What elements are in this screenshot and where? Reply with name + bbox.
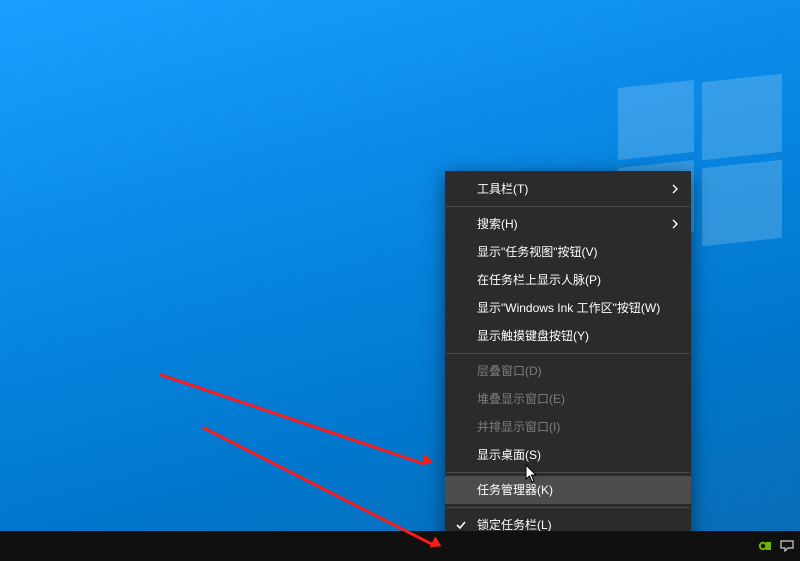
menu-separator: [446, 206, 690, 207]
taskbar-context-menu: 工具栏(T) 搜索(H) 显示"任务视图"按钮(V) 在任务栏上显示人脉(P) 显示"W…: [445, 171, 691, 561]
annotation-arrow-head: [421, 454, 434, 469]
menu-item: 堆叠显示窗口(E): [445, 385, 691, 413]
menu-item[interactable]: 显示"任务视图"按钮(V): [445, 238, 691, 266]
menu-item[interactable]: 工具栏(T): [445, 175, 691, 203]
system-tray: [758, 531, 794, 561]
menu-item-label: 工具栏(T): [477, 182, 528, 196]
cursor-pointer: [525, 464, 539, 484]
menu-item[interactable]: 显示"Windows Ink 工作区"按钮(W): [445, 294, 691, 322]
menu-item-label: 层叠窗口(D): [477, 364, 542, 378]
menu-item-label: 显示触摸键盘按钮(Y): [477, 329, 589, 343]
action-center-icon[interactable]: [780, 539, 794, 553]
menu-separator: [446, 472, 690, 473]
menu-item-label: 显示桌面(S): [477, 448, 541, 462]
menu-item-label: 任务管理器(K): [477, 483, 553, 497]
menu-item-label: 显示"任务视图"按钮(V): [477, 245, 598, 259]
nvidia-tray-icon[interactable]: [758, 539, 772, 553]
menu-item-label: 在任务栏上显示人脉(P): [477, 273, 601, 287]
menu-item[interactable]: 在任务栏上显示人脉(P): [445, 266, 691, 294]
menu-separator: [446, 507, 690, 508]
desktop[interactable]: 工具栏(T) 搜索(H) 显示"任务视图"按钮(V) 在任务栏上显示人脉(P) 显示"W…: [0, 0, 800, 561]
chevron-right-icon: [671, 210, 679, 238]
menu-item[interactable]: 搜索(H): [445, 210, 691, 238]
chevron-right-icon: [671, 175, 679, 203]
menu-item-label: 并排显示窗口(I): [477, 420, 560, 434]
annotation-arrow: [202, 426, 435, 547]
menu-item-label: 显示"Windows Ink 工作区"按钮(W): [477, 301, 660, 315]
menu-item-label: 堆叠显示窗口(E): [477, 392, 565, 406]
taskbar[interactable]: [0, 531, 800, 561]
menu-item[interactable]: 显示触摸键盘按钮(Y): [445, 322, 691, 350]
menu-item: 并排显示窗口(I): [445, 413, 691, 441]
menu-separator: [446, 353, 690, 354]
menu-item[interactable]: 显示桌面(S): [445, 441, 691, 469]
annotation-arrow: [160, 373, 424, 465]
menu-item-label: 搜索(H): [477, 217, 518, 231]
menu-item: 层叠窗口(D): [445, 357, 691, 385]
menu-item-label: 锁定任务栏(L): [477, 518, 552, 532]
menu-item[interactable]: 任务管理器(K): [445, 476, 691, 504]
